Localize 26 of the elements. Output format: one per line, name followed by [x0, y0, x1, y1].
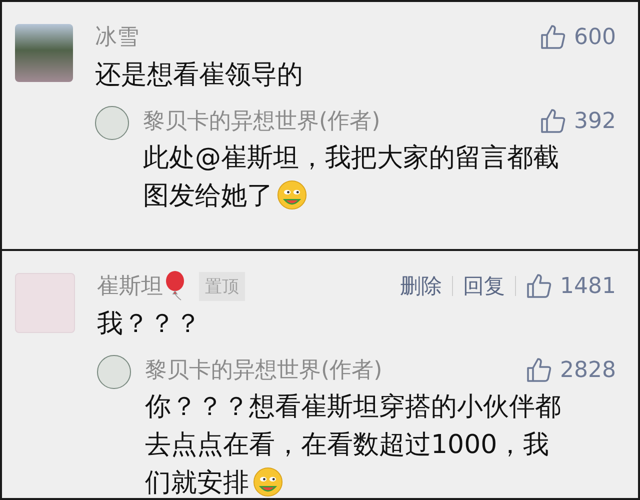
reply-text: 去点点在看，在看数超过1000，我: [145, 428, 550, 462]
avatar-placeholder: [95, 106, 129, 140]
reply-text: 图发给她了: [143, 180, 273, 212]
like-button[interactable]: 600: [530, 24, 616, 50]
commenter-name: 冰雪: [95, 24, 139, 52]
avatar-placeholder: [15, 24, 73, 82]
thumbs-up-icon: [526, 273, 552, 299]
pinned-tag: 置顶: [199, 272, 245, 300]
avatar-placeholder: [97, 355, 131, 389]
comment-text: 我？？？: [97, 308, 202, 341]
action-link[interactable]: 回复: [453, 272, 515, 300]
author-name: 黎贝卡的异想世界(作者): [143, 108, 380, 136]
commenter-name: 崔斯坦: [97, 273, 163, 301]
avatar-placeholder: [15, 273, 75, 333]
action-link[interactable]: 删除: [390, 272, 452, 300]
thumbs-up-icon: [540, 108, 566, 134]
author-name: 黎贝卡的异想世界(作者): [145, 357, 382, 385]
reply-text: 们就安排: [145, 466, 249, 498]
reply-text: 你？？？想看崔斯坦穿搭的小伙伴都: [145, 390, 561, 424]
reply-text: 此处@崔斯坦，我把大家的留言都截: [143, 142, 559, 174]
like-button[interactable]: 1481: [516, 273, 616, 299]
thumbs-up-icon: [540, 24, 566, 50]
like-button[interactable]: 392: [530, 108, 616, 134]
like-button[interactable]: 2828: [516, 357, 616, 383]
thumbs-up-icon: [526, 357, 552, 383]
comment-text: 还是想看崔领导的: [95, 59, 304, 92]
